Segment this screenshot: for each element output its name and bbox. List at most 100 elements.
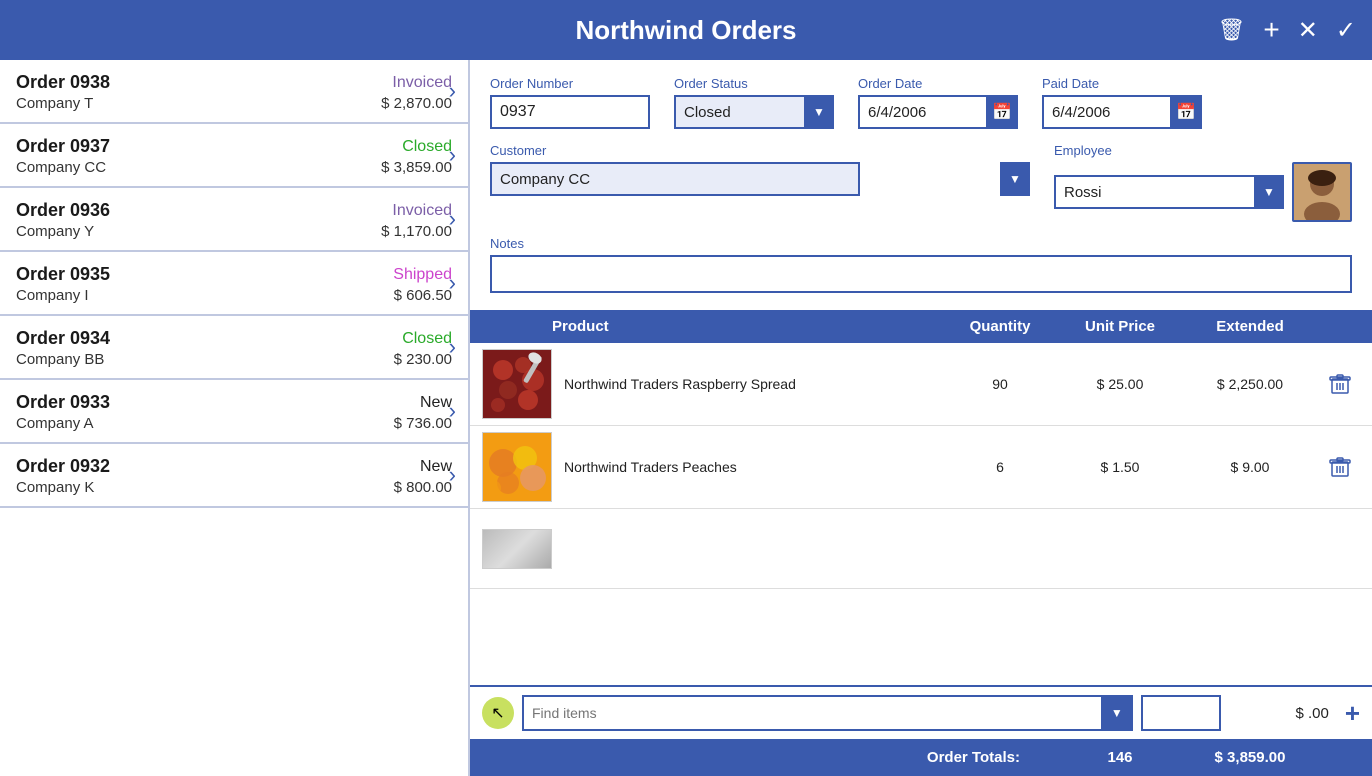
order-number: Order 0934 (16, 328, 110, 349)
form-row-2: Customer Company CC Company T Company Y … (490, 143, 1352, 222)
totals-row: Order Totals: 146 $ 3,859.00 (470, 739, 1372, 776)
products-table-header: Product Quantity Unit Price Extended (470, 310, 1372, 343)
order-number: Order 0935 (16, 264, 110, 285)
order-status-label: Order Status (674, 76, 834, 91)
order-chevron-icon: › (449, 206, 456, 232)
product-unit-price: $ 25.00 (1060, 376, 1180, 392)
close-icon[interactable]: ✕ (1298, 16, 1318, 45)
order-status: New (420, 458, 452, 476)
header-actions: 🗑 + ✕ ✓ (1217, 14, 1356, 46)
order-number: Order 0936 (16, 200, 110, 221)
order-chevron-icon: › (449, 270, 456, 296)
order-list-item[interactable]: Order 0937 Closed Company CC $ 3,859.00 … (0, 124, 468, 188)
quantity-input[interactable] (1141, 695, 1221, 731)
customer-select-wrapper: Company CC Company T Company Y Company I (490, 162, 1030, 196)
paid-date-group: Paid Date 📅 (1042, 76, 1202, 129)
order-amount: $ 800.00 (394, 479, 452, 496)
product-col-header: Product (482, 318, 940, 335)
products-list: Northwind Traders Raspberry Spread 90 $ … (470, 343, 1372, 685)
employee-select-wrapper: Rossi Smith Jones (1054, 175, 1284, 209)
add-icon[interactable]: + (1263, 14, 1279, 46)
add-item-button[interactable]: + (1345, 698, 1360, 729)
customer-label: Customer (490, 143, 1030, 158)
order-date-wrapper: 📅 (858, 95, 1018, 129)
order-totals-label: Order Totals: (482, 749, 1060, 766)
order-number-input[interactable] (490, 95, 650, 129)
order-status: Closed (402, 138, 452, 156)
add-item-row: ↖ $ .00 + (470, 685, 1372, 739)
customer-select[interactable]: Company CC Company T Company Y Company I (490, 162, 860, 196)
notes-input[interactable] (490, 255, 1352, 293)
delete-product-button[interactable] (1320, 373, 1360, 395)
notes-label: Notes (490, 236, 1352, 251)
order-company: Company T (16, 95, 93, 112)
order-list-item[interactable]: Order 0935 Shipped Company I $ 606.50 › (0, 252, 468, 316)
order-status: Closed (402, 330, 452, 348)
order-company: Company BB (16, 351, 104, 368)
product-thumbnail (482, 529, 552, 569)
app-title: Northwind Orders (575, 15, 796, 46)
unit-price-col-header: Unit Price (1060, 318, 1180, 335)
extended-col-header: Extended (1180, 318, 1320, 335)
employee-photo (1292, 162, 1352, 222)
customer-arrow (1000, 162, 1030, 196)
app-header: Northwind Orders 🗑 + ✕ ✓ (0, 0, 1372, 60)
quantity-col-header: Quantity (940, 318, 1060, 335)
action-col-header (1320, 318, 1360, 335)
delete-product-button[interactable] (1320, 456, 1360, 478)
price-display: $ .00 (1229, 705, 1329, 722)
delete-icon[interactable]: 🗑 (1217, 17, 1245, 43)
form-row-1: Order Number Order Status Closed Invoice… (490, 76, 1352, 129)
order-detail: Order Number Order Status Closed Invoice… (470, 60, 1372, 776)
order-list-item[interactable]: Order 0938 Invoiced Company T $ 2,870.00… (0, 60, 468, 124)
product-thumbnail (482, 349, 552, 419)
product-quantity: 6 (940, 459, 1060, 475)
order-list-item[interactable]: Order 0932 New Company K $ 800.00 › (0, 444, 468, 508)
order-company: Company CC (16, 159, 106, 176)
paid-date-calendar-btn[interactable]: 📅 (1170, 95, 1202, 129)
order-status-group: Order Status Closed Invoiced Shipped New (674, 76, 834, 129)
product-row (470, 509, 1372, 589)
main-layout: Order 0938 Invoiced Company T $ 2,870.00… (0, 60, 1372, 776)
order-list-item[interactable]: Order 0936 Invoiced Company Y $ 1,170.00… (0, 188, 468, 252)
order-date-group: Order Date 📅 (858, 76, 1018, 129)
order-company: Company K (16, 479, 94, 496)
confirm-icon[interactable]: ✓ (1336, 16, 1356, 45)
order-status: Invoiced (392, 74, 452, 92)
order-company: Company I (16, 287, 89, 304)
order-status-select[interactable]: Closed Invoiced Shipped New (674, 95, 834, 129)
order-chevron-icon: › (449, 334, 456, 360)
notes-group: Notes (490, 236, 1352, 298)
order-number: Order 0938 (16, 72, 110, 93)
paid-date-wrapper: 📅 (1042, 95, 1202, 129)
employee-group: Employee Rossi Smith Jones (1054, 143, 1352, 222)
order-number: Order 0933 (16, 392, 110, 413)
order-list-item[interactable]: Order 0933 New Company A $ 736.00 › (0, 380, 468, 444)
product-name-cell (482, 529, 940, 569)
product-row: Northwind Traders Raspberry Spread 90 $ … (470, 343, 1372, 426)
order-amount: $ 3,859.00 (381, 159, 452, 176)
order-chevron-icon: › (449, 398, 456, 424)
order-amount: $ 606.50 (394, 287, 452, 304)
order-amount: $ 1,170.00 (381, 223, 452, 240)
order-status-select-wrapper: Closed Invoiced Shipped New (674, 95, 834, 129)
order-chevron-icon: › (449, 78, 456, 104)
order-number: Order 0937 (16, 136, 110, 157)
product-quantity: 90 (940, 376, 1060, 392)
product-extended: $ 9.00 (1180, 459, 1320, 475)
employee-select[interactable]: Rossi Smith Jones (1054, 175, 1284, 209)
order-amount: $ 2,870.00 (381, 95, 452, 112)
product-unit-price: $ 1.50 (1060, 459, 1180, 475)
find-items-input[interactable] (522, 695, 1133, 731)
order-amount: $ 736.00 (394, 415, 452, 432)
order-list-item[interactable]: Order 0934 Closed Company BB $ 230.00 › (0, 316, 468, 380)
order-date-calendar-btn[interactable]: 📅 (986, 95, 1018, 129)
product-thumbnail (482, 432, 552, 502)
order-status: New (420, 394, 452, 412)
find-items-arrow[interactable] (1101, 695, 1133, 731)
cursor-indicator: ↖ (482, 697, 514, 729)
product-name: Northwind Traders Peaches (564, 459, 737, 475)
product-name-cell: Northwind Traders Raspberry Spread (482, 349, 940, 419)
product-extended: $ 2,250.00 (1180, 376, 1320, 392)
order-chevron-icon: › (449, 142, 456, 168)
